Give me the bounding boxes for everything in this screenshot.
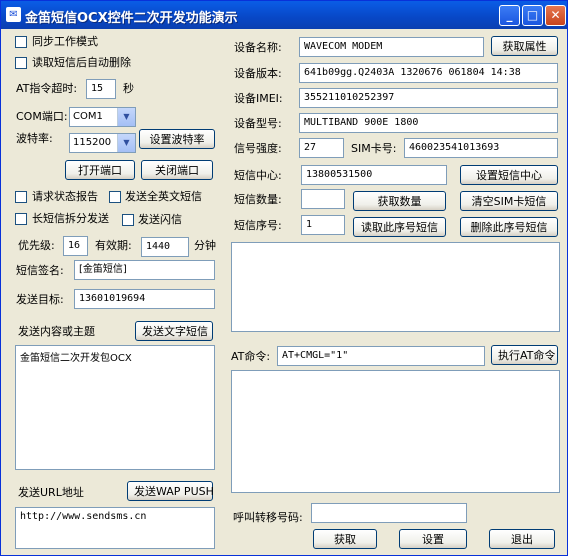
get-button[interactable]: 获取 xyxy=(313,529,377,549)
sms-index-label: 短信序号: xyxy=(234,219,282,232)
delete-index-button[interactable]: 删除此序号短信 xyxy=(460,217,558,237)
maximize-button[interactable]: □ xyxy=(522,5,543,26)
at-timeout-label: AT指令超时: xyxy=(16,82,78,95)
priority-input[interactable]: 16 xyxy=(63,236,88,256)
window-title: 金笛短信OCX控件二次开发功能演示 xyxy=(25,11,238,26)
at-output-textarea[interactable] xyxy=(231,370,560,493)
priority-label: 优先级: xyxy=(18,239,55,252)
app-icon: ✉ xyxy=(6,7,21,22)
signal-label: 信号强度: xyxy=(234,142,282,155)
device-imei-field[interactable]: 355211010252397 xyxy=(299,88,558,108)
content-textarea[interactable]: 金笛短信二次开发包OCX xyxy=(15,345,215,470)
read-index-button[interactable]: 读取此序号短信 xyxy=(353,217,446,237)
sms-index-field[interactable]: 1 xyxy=(301,215,345,235)
sim-field[interactable]: 460023541013693 xyxy=(404,138,558,158)
signal-field[interactable]: 27 xyxy=(299,138,344,158)
send-wap-button[interactable]: 发送WAP PUSH xyxy=(127,481,214,501)
minimize-button[interactable]: _ xyxy=(499,5,520,26)
sms-center-label: 短信中心: xyxy=(234,169,282,182)
signature-label: 短信签名: xyxy=(16,264,64,277)
split-long-label: 长短信拆分发送 xyxy=(32,212,109,225)
url-label: 发送URL地址 xyxy=(18,486,84,499)
get-properties-button[interactable]: 获取属性 xyxy=(491,36,558,56)
clear-sim-button[interactable]: 清空SIM卡短信 xyxy=(460,191,558,211)
com-port-select[interactable]: COM1 ▼ xyxy=(69,107,136,127)
device-model-label: 设备型号: xyxy=(234,117,282,130)
url-textarea[interactable]: http://www.sendsms.cn xyxy=(15,507,215,549)
sim-label: SIM卡号: xyxy=(351,142,397,155)
open-port-button[interactable]: 打开端口 xyxy=(65,160,135,180)
send-text-button[interactable]: 发送文字短信 xyxy=(135,321,213,341)
auto-delete-checkbox[interactable] xyxy=(15,57,27,69)
sms-count-field[interactable] xyxy=(301,189,345,209)
device-model-field[interactable]: MULTIBAND 900E 1800 xyxy=(299,113,558,133)
sync-mode-checkbox[interactable] xyxy=(15,36,27,48)
com-port-value: COM1 xyxy=(73,111,103,122)
set-sms-center-button[interactable]: 设置短信中心 xyxy=(460,165,558,185)
exit-button[interactable]: 退出 xyxy=(489,529,555,549)
baud-label: 波特率: xyxy=(16,132,53,145)
device-imei-label: 设备IMEI: xyxy=(234,92,283,105)
content-label: 发送内容或主题 xyxy=(18,325,95,338)
call-forward-field[interactable] xyxy=(311,503,467,523)
at-command-field[interactable]: AT+CMGL="1" xyxy=(277,346,485,366)
target-input[interactable]: 13601019694 xyxy=(74,289,215,309)
signature-input[interactable]: [金笛短信] xyxy=(74,260,215,280)
device-name-label: 设备名称: xyxy=(234,41,282,54)
target-label: 发送目标: xyxy=(16,293,64,306)
at-command-label: AT命令: xyxy=(231,350,271,363)
send-flash-checkbox[interactable] xyxy=(122,214,134,226)
split-long-checkbox[interactable] xyxy=(15,213,27,225)
validity-unit: 分钟 xyxy=(194,239,216,252)
baud-value: 115200 xyxy=(73,137,112,148)
send-english-label: 发送全英文短信 xyxy=(125,190,202,203)
device-version-label: 设备版本: xyxy=(234,67,282,80)
sms-count-label: 短信数量: xyxy=(234,193,282,206)
title-bar[interactable]: ✉ 金笛短信OCX控件二次开发功能演示 _ □ ✕ xyxy=(1,1,567,29)
validity-label: 有效期: xyxy=(95,239,132,252)
call-forward-label: 呼叫转移号码: xyxy=(233,511,303,524)
sms-center-field[interactable]: 13800531500 xyxy=(301,165,447,185)
send-flash-label: 发送闪信 xyxy=(138,213,182,226)
set-baud-button[interactable]: 设置波特率 xyxy=(139,129,215,149)
sms-output-textarea[interactable] xyxy=(231,242,560,332)
request-report-label: 请求状态报告 xyxy=(32,190,98,203)
chevron-down-icon[interactable]: ▼ xyxy=(117,134,135,152)
auto-delete-label: 读取短信后自动删除 xyxy=(32,56,131,69)
get-count-button[interactable]: 获取数量 xyxy=(353,191,446,211)
device-version-field[interactable]: 641b09gg.Q2403A 1320676 061804 14:38 xyxy=(299,63,558,83)
set-button[interactable]: 设置 xyxy=(399,529,467,549)
main-window: ✉ 金笛短信OCX控件二次开发功能演示 _ □ ✕ 同步工作模式 读取短信后自动… xyxy=(0,0,568,556)
com-port-label: COM端口: xyxy=(16,110,68,123)
execute-at-button[interactable]: 执行AT命令 xyxy=(491,345,558,365)
chevron-down-icon[interactable]: ▼ xyxy=(117,108,135,126)
close-button[interactable]: ✕ xyxy=(545,5,566,26)
device-name-field[interactable]: WAVECOM MODEM xyxy=(299,37,484,57)
sync-mode-label: 同步工作模式 xyxy=(32,35,98,48)
send-english-checkbox[interactable] xyxy=(109,191,121,203)
at-timeout-unit: 秒 xyxy=(123,82,134,95)
request-report-checkbox[interactable] xyxy=(15,191,27,203)
close-port-button[interactable]: 关闭端口 xyxy=(141,160,213,180)
validity-input[interactable]: 1440 xyxy=(141,237,189,257)
at-timeout-input[interactable]: 15 xyxy=(86,79,116,99)
baud-select[interactable]: 115200 ▼ xyxy=(69,133,136,153)
